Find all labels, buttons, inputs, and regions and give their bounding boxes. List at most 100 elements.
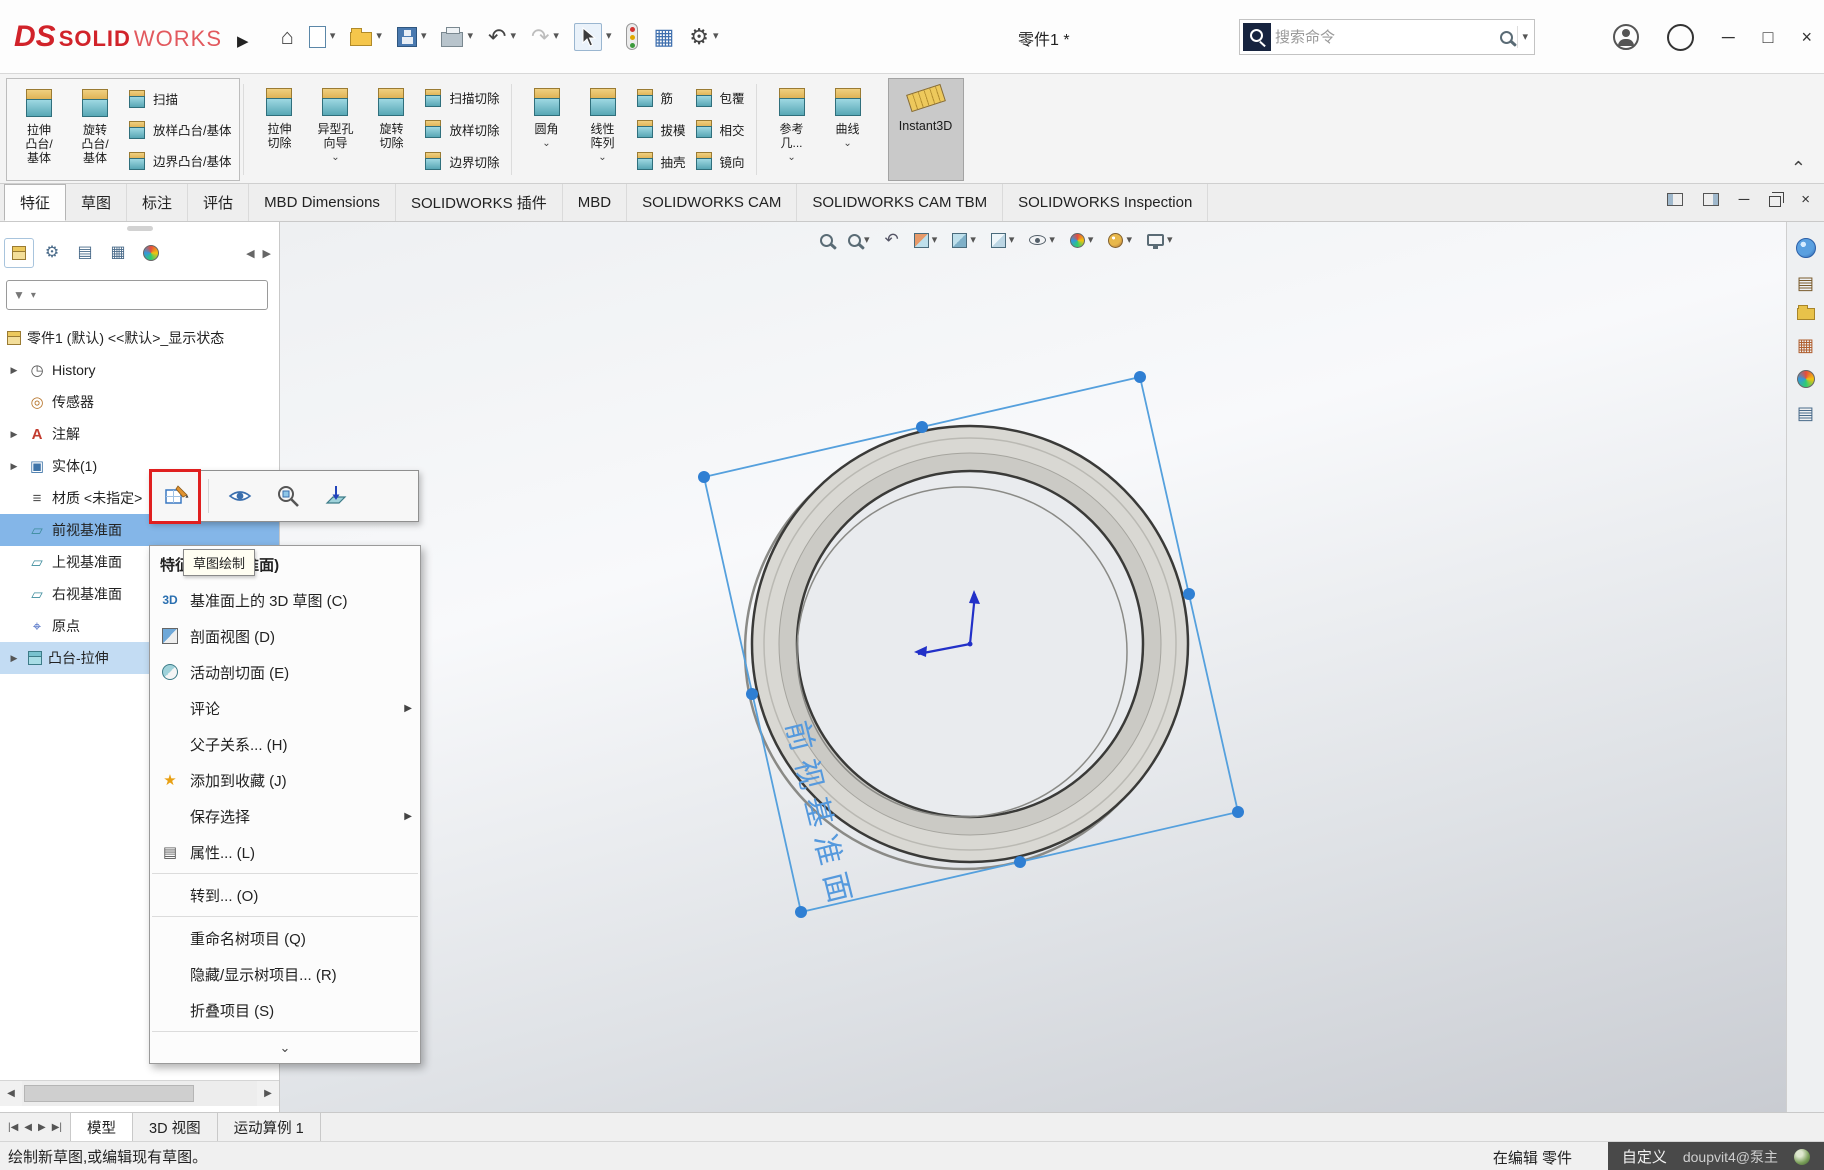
interference-check-button[interactable] bbox=[620, 17, 644, 56]
evaluate-table-button[interactable]: ▦ bbox=[647, 20, 680, 54]
dropdown-caret-icon[interactable]: ▾ bbox=[421, 31, 427, 42]
revolved-cut-button[interactable]: 旋转 切除 bbox=[363, 80, 419, 179]
fillet-button[interactable]: 圆角 ⌄ bbox=[519, 80, 575, 179]
swept-cut-button[interactable]: 扫描切除 bbox=[423, 83, 499, 113]
dropdown-chevron-icon[interactable]: ⌄ bbox=[843, 139, 851, 149]
tab-3d-views[interactable]: 3D 视图 bbox=[133, 1113, 218, 1141]
tab-motion-study[interactable]: 运动算例 1 bbox=[218, 1113, 321, 1141]
tree-filter-box[interactable]: ▼ ▾ bbox=[6, 280, 268, 310]
ribbon-collapse-icon[interactable]: ⌃ bbox=[1791, 158, 1806, 179]
normal-to-button[interactable] bbox=[319, 479, 353, 513]
previous-view-button[interactable]: ↶ bbox=[880, 226, 904, 254]
tab-markup[interactable]: 标注 bbox=[127, 184, 188, 221]
pane-preview-left-icon[interactable] bbox=[1667, 193, 1683, 206]
prev-tab-icon[interactable]: ◀ bbox=[24, 1122, 32, 1133]
tab-dimxpertmanager[interactable]: ▦ bbox=[103, 238, 133, 268]
search-icon[interactable] bbox=[1500, 31, 1513, 44]
search-box[interactable]: ▾ bbox=[1239, 19, 1535, 55]
menu-item-save-selection[interactable]: 保存选择 ▶ bbox=[150, 798, 420, 834]
new-document-button[interactable]: ▾ bbox=[303, 20, 342, 54]
expand-arrow-icon[interactable]: ▶ bbox=[6, 429, 22, 440]
tab-mbd-dimensions[interactable]: MBD Dimensions bbox=[249, 184, 396, 221]
scrollbar-track[interactable] bbox=[22, 1081, 257, 1106]
filter-caret-icon[interactable]: ▾ bbox=[31, 290, 36, 301]
panel-splitter-handle[interactable] bbox=[127, 226, 153, 231]
search-caret-icon[interactable]: ▾ bbox=[1522, 32, 1528, 43]
dropdown-caret-icon[interactable]: ▾ bbox=[376, 31, 382, 42]
lofted-cut-button[interactable]: 放样切除 bbox=[423, 114, 499, 144]
instant3d-button[interactable]: Instant3D bbox=[888, 78, 964, 181]
edit-appearance-button[interactable]: ▾ bbox=[1065, 229, 1099, 252]
reference-geometry-button[interactable]: 参考 几... ⌄ bbox=[764, 80, 820, 179]
boundary-boss-button[interactable]: 边界凸台/基体 bbox=[127, 146, 231, 176]
dropdown-caret-icon[interactable]: ▾ bbox=[467, 31, 473, 42]
shell-button[interactable]: 抽壳 bbox=[635, 146, 686, 176]
dropdown-caret-icon[interactable]: ▾ bbox=[1049, 235, 1055, 246]
open-button[interactable]: ▾ bbox=[344, 21, 388, 52]
tab-solidworks-cam[interactable]: SOLIDWORKS CAM bbox=[627, 184, 797, 221]
dropdown-caret-icon[interactable]: ▾ bbox=[932, 235, 938, 246]
dropdown-caret-icon[interactable]: ▾ bbox=[713, 31, 719, 42]
apply-scene-button[interactable]: ▾ bbox=[1103, 229, 1137, 252]
zoom-to-selection-button[interactable] bbox=[271, 479, 305, 513]
display-style-button[interactable]: ▾ bbox=[986, 229, 1020, 252]
view-orientation-button[interactable]: ▾ bbox=[947, 229, 981, 252]
select-tool-button[interactable]: ▾ bbox=[568, 17, 618, 57]
search-input[interactable] bbox=[1275, 29, 1496, 46]
dropdown-caret-icon[interactable]: ▾ bbox=[1126, 235, 1132, 246]
first-tab-icon[interactable]: |◀ bbox=[8, 1122, 18, 1133]
extruded-cut-button[interactable]: 拉伸 切除 bbox=[251, 80, 307, 179]
tree-item-history[interactable]: ▶ ◷ History bbox=[0, 354, 279, 386]
hide-button[interactable] bbox=[223, 479, 257, 513]
solidworks-resources-icon[interactable] bbox=[1796, 238, 1816, 258]
dropdown-caret-icon[interactable]: ▾ bbox=[1009, 235, 1015, 246]
fm-scroll-left-icon[interactable]: ◀ bbox=[246, 247, 254, 260]
file-explorer-icon[interactable] bbox=[1797, 308, 1815, 320]
menu-item-rename-tree-item[interactable]: 重命名树项目 (Q) bbox=[150, 920, 420, 956]
expand-arrow-icon[interactable]: ▶ bbox=[6, 461, 22, 472]
design-library-icon[interactable]: ▤ bbox=[1797, 274, 1814, 292]
dropdown-chevron-icon[interactable]: ⌄ bbox=[542, 139, 550, 149]
pane-preview-right-icon[interactable] bbox=[1703, 193, 1719, 206]
dropdown-caret-icon[interactable]: ▾ bbox=[606, 31, 612, 42]
section-view-button[interactable]: ▾ bbox=[909, 229, 943, 252]
tree-horizontal-scrollbar[interactable]: ◀ ▶ bbox=[0, 1080, 279, 1106]
tab-solidworks-cam-tbm[interactable]: SOLIDWORKS CAM TBM bbox=[797, 184, 1003, 221]
help-icon[interactable] bbox=[1667, 24, 1694, 51]
tab-sketch[interactable]: 草图 bbox=[66, 184, 127, 221]
home-button[interactable]: ⌂ bbox=[275, 20, 300, 54]
tab-evaluate[interactable]: 评估 bbox=[188, 184, 249, 221]
print-button[interactable]: ▾ bbox=[435, 21, 479, 53]
zoom-to-area-button[interactable]: ▾ bbox=[843, 230, 875, 251]
next-tab-icon[interactable]: ▶ bbox=[38, 1122, 46, 1133]
expand-arrow-icon[interactable]: ▶ bbox=[6, 653, 22, 664]
menu-item-go-to[interactable]: 转到... (O) bbox=[150, 877, 420, 913]
tab-solidworks-inspection[interactable]: SOLIDWORKS Inspection bbox=[1003, 184, 1208, 221]
tab-features[interactable]: 特征 bbox=[4, 184, 66, 221]
curves-button[interactable]: 曲线 ⌄ bbox=[820, 80, 876, 179]
dropdown-caret-icon[interactable]: ▾ bbox=[1088, 235, 1094, 246]
menu-expand-chevron[interactable]: ⌄ bbox=[150, 1035, 420, 1061]
zoom-to-fit-button[interactable] bbox=[815, 230, 838, 251]
scroll-left-icon[interactable]: ◀ bbox=[0, 1088, 22, 1099]
menu-item-comment[interactable]: 评论 ▶ bbox=[150, 690, 420, 726]
options-button[interactable]: ⚙▾ bbox=[683, 20, 724, 54]
draft-button[interactable]: 拔模 bbox=[635, 114, 686, 144]
tab-addins[interactable]: SOLIDWORKS 插件 bbox=[396, 184, 563, 221]
hide-show-items-button[interactable]: ▾ bbox=[1024, 231, 1060, 250]
minimize-button[interactable]: ─ bbox=[1722, 28, 1735, 46]
graphics-viewport[interactable] bbox=[280, 222, 1786, 1112]
dropdown-caret-icon[interactable]: ▾ bbox=[970, 235, 976, 246]
tab-displaymanager[interactable] bbox=[136, 238, 166, 268]
user-account-icon[interactable] bbox=[1613, 24, 1639, 50]
fm-scroll-right-icon[interactable]: ▶ bbox=[263, 247, 271, 260]
tree-filter-input[interactable] bbox=[42, 288, 261, 303]
scroll-right-icon[interactable]: ▶ bbox=[257, 1088, 279, 1099]
menu-item-section-view[interactable]: 剖面视图 (D) bbox=[150, 618, 420, 654]
dropdown-caret-icon[interactable]: ▾ bbox=[510, 31, 516, 42]
dropdown-chevron-icon[interactable]: ⌄ bbox=[787, 153, 795, 163]
swept-boss-button[interactable]: 扫描 bbox=[127, 84, 231, 114]
undo-button[interactable]: ↶▾ bbox=[482, 20, 522, 54]
mirror-button[interactable]: 镜向 bbox=[694, 146, 745, 176]
tree-item-annotations[interactable]: ▶ A 注解 bbox=[0, 418, 279, 450]
